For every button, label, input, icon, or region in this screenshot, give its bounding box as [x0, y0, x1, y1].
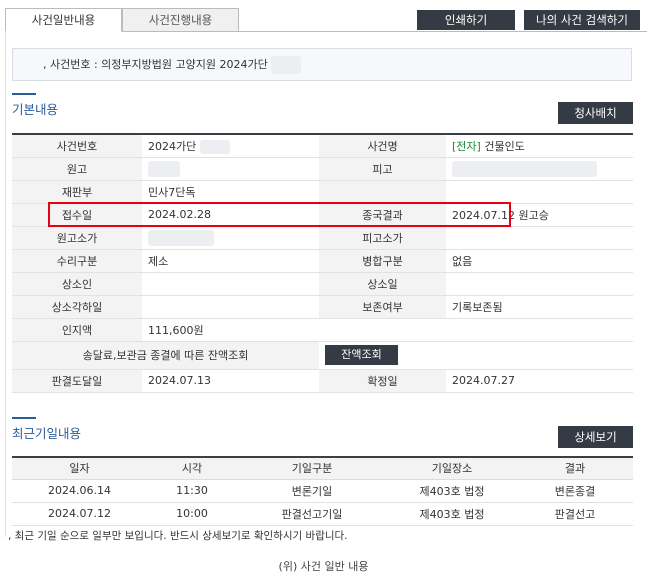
court-label: 재판부 — [12, 180, 142, 204]
table-row: 송달료,보관금 종결에 따른 잔액조회 잔액조회 — [12, 341, 633, 370]
defendant-value — [446, 157, 633, 181]
judgment-delivery-label: 판결도달일 — [12, 369, 142, 393]
appeal-reject-label: 상소각하일 — [12, 295, 142, 319]
empty-value — [446, 318, 633, 342]
stamp-fee-value: 111,600원 — [142, 318, 319, 342]
court-layout-button[interactable]: 청사배치 — [558, 102, 633, 124]
table-row: 원고 피고 — [12, 157, 633, 181]
column-header-date: 일자 — [12, 457, 147, 480]
column-header-place: 기일장소 — [387, 457, 517, 480]
merge-type-label: 병합구분 — [319, 249, 446, 273]
tab-case-progress[interactable]: 사건진행내용 — [122, 8, 239, 32]
table-row: 재판부 민사7단독 — [12, 180, 633, 204]
court-value: 민사7단독 — [142, 180, 319, 204]
defendant-label: 피고 — [319, 157, 446, 181]
defendant-claim-label: 피고소가 — [319, 226, 446, 250]
hearing-time: 10:00 — [147, 502, 237, 526]
receipt-type-value: 제소 — [142, 249, 319, 273]
hearing-result: 변론종결 — [517, 479, 633, 503]
case-number-box: , 사건번호 : 의정부지방법원 고양지원 2024가단 — [12, 48, 632, 81]
hearing-result: 판결선고 — [517, 502, 633, 526]
recent-hearings-title: 최근기일내용 — [12, 417, 81, 442]
case-number-text: , 사건번호 : 의정부지방법원 고양지원 2024가단 — [43, 58, 268, 71]
redacted-value — [452, 160, 597, 177]
redacted-case-number — [271, 56, 302, 74]
case-no-value: 2024가단 — [142, 134, 319, 158]
figure-caption: (위) 사건 일반 내용 — [278, 560, 369, 573]
table-row: 2024.07.12 10:00 판결선고기일 제403호 법정 판결선고 — [12, 502, 633, 526]
case-info-table: 사건번호 2024가단 사건명 [전자] 건물인도 원고 피고 재판부 민사7단… — [12, 133, 633, 393]
receipt-type-label: 수리구분 — [12, 249, 142, 273]
highlight-box — [48, 202, 511, 227]
table-row: 판결도달일 2024.07.13 확정일 2024.07.27 — [12, 369, 633, 393]
confirm-date-value: 2024.07.27 — [446, 369, 633, 393]
table-row: 인지액 111,600원 — [12, 318, 633, 342]
tab-case-general[interactable]: 사건일반내용 — [5, 8, 122, 32]
plaintiff-claim-value — [142, 226, 319, 250]
hearing-type: 변론기일 — [237, 479, 387, 503]
detail-view-button[interactable]: 상세보기 — [558, 426, 633, 448]
appeal-date-value — [446, 272, 633, 296]
appeal-reject-value — [142, 295, 319, 319]
preserve-value: 기록보존됨 — [446, 295, 633, 319]
left-border — [5, 32, 6, 537]
column-header-type: 기일구분 — [237, 457, 387, 480]
defendant-claim-value — [446, 226, 633, 250]
redacted-value — [199, 139, 230, 154]
empty-label — [319, 318, 446, 342]
appellant-value — [142, 272, 319, 296]
tab-divider — [239, 31, 647, 32]
balance-inquiry-label: 송달료,보관금 종결에 따른 잔액조회 — [12, 341, 319, 370]
hearing-date: 2024.06.14 — [12, 479, 147, 503]
empty-value — [446, 180, 633, 204]
electronic-tag: [전자] — [452, 139, 481, 153]
recent-hearings-table: 일자 시각 기일구분 기일장소 결과 2024.06.14 11:30 변론기일… — [12, 456, 633, 526]
print-button[interactable]: 인쇄하기 — [417, 10, 515, 30]
empty-label — [319, 180, 446, 204]
case-no-label: 사건번호 — [12, 134, 142, 158]
hearing-place: 제403호 법정 — [387, 502, 517, 526]
column-header-result: 결과 — [517, 457, 633, 480]
table-row: 상소인 상소일 — [12, 272, 633, 296]
hearing-place: 제403호 법정 — [387, 479, 517, 503]
column-header-time: 시각 — [147, 457, 237, 480]
table-row: 2024.06.14 11:30 변론기일 제403호 법정 변론종결 — [12, 479, 633, 503]
table-row: 사건번호 2024가단 사건명 [전자] 건물인도 — [12, 134, 633, 158]
appellant-label: 상소인 — [12, 272, 142, 296]
table-header-row: 일자 시각 기일구분 기일장소 결과 — [12, 457, 633, 480]
hearing-type: 판결선고기일 — [237, 502, 387, 526]
confirm-date-label: 확정일 — [319, 369, 446, 393]
redacted-value — [148, 229, 214, 246]
table-row: 원고소가 피고소가 — [12, 226, 633, 250]
table-row: 상소각하일 보존여부 기록보존됨 — [12, 295, 633, 319]
table-row: 수리구분 제소 병합구분 없음 — [12, 249, 633, 273]
stamp-fee-label: 인지액 — [12, 318, 142, 342]
merge-type-value: 없음 — [446, 249, 633, 273]
hearing-time: 11:30 — [147, 479, 237, 503]
preserve-label: 보존여부 — [319, 295, 446, 319]
case-name-label: 사건명 — [319, 134, 446, 158]
basic-info-title: 기본내용 — [12, 93, 58, 118]
redacted-value — [148, 160, 180, 177]
my-case-search-button[interactable]: 나의 사건 검색하기 — [524, 10, 640, 30]
hearing-date: 2024.07.12 — [12, 502, 147, 526]
balance-inquiry-cell: 잔액조회 — [319, 341, 633, 370]
plaintiff-claim-label: 원고소가 — [12, 226, 142, 250]
appeal-date-label: 상소일 — [319, 272, 446, 296]
recent-hearings-note: , 최근 기일 순으로 일부만 보입니다. 반드시 상세보기로 확인하시기 바랍… — [8, 530, 348, 542]
case-name-value: [전자] 건물인도 — [446, 134, 633, 158]
balance-inquiry-button[interactable]: 잔액조회 — [325, 345, 398, 365]
judgment-delivery-value: 2024.07.13 — [142, 369, 319, 393]
plaintiff-value — [142, 157, 319, 181]
plaintiff-label: 원고 — [12, 157, 142, 181]
